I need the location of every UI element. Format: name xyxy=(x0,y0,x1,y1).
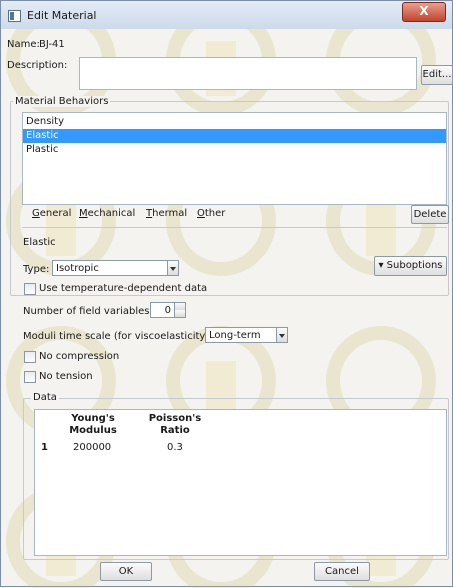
description-label: Description: xyxy=(7,60,68,71)
stepper-up-icon[interactable] xyxy=(174,303,185,310)
behavior-item-plastic[interactable]: Plastic xyxy=(23,143,446,157)
menu-other-rest: ther xyxy=(204,208,226,219)
suboptions-button[interactable]: ▾ Suboptions xyxy=(374,256,447,276)
suboptions-label: Suboptions xyxy=(386,260,443,271)
cell-poissons-ratio[interactable]: 0.3 xyxy=(167,442,183,453)
behavior-item-elastic[interactable]: Elastic xyxy=(23,129,446,143)
field-variables-stepper[interactable]: 0 xyxy=(150,302,186,318)
material-behaviors-list[interactable]: Density Elastic Plastic xyxy=(22,112,447,205)
menu-other-key: O xyxy=(197,208,205,219)
description-field[interactable] xyxy=(79,57,417,90)
column-header-poissons-ratio: Poisson's Ratio xyxy=(140,413,210,437)
name-label: Name: xyxy=(7,39,40,50)
edit-material-dialog: Edit Material X Name: BJ-41 Description:… xyxy=(0,0,453,588)
close-button[interactable]: X xyxy=(402,2,446,22)
separator xyxy=(22,227,447,228)
delete-button[interactable]: Delete xyxy=(411,205,449,224)
field-variables-value: 0 xyxy=(164,305,171,316)
row-index: 1 xyxy=(41,442,48,453)
moduli-time-scale-select[interactable]: Long-term xyxy=(205,327,288,343)
menu-general[interactable]: General xyxy=(32,208,71,219)
triangle-down-icon: ▾ xyxy=(378,260,387,271)
field-variables-label: Number of field variables: xyxy=(23,306,153,317)
data-group-label: Data xyxy=(31,392,59,403)
moduli-time-scale-label: Moduli time scale (for viscoelasticity): xyxy=(23,331,213,342)
menu-other[interactable]: Other xyxy=(197,208,225,219)
edit-description-button[interactable]: Edit... xyxy=(421,65,453,85)
menu-mechanical[interactable]: Mechanical xyxy=(79,208,135,219)
header-line: Young's xyxy=(71,413,115,424)
menu-general-key: G xyxy=(32,208,40,219)
stepper-down-icon[interactable] xyxy=(174,310,185,317)
type-label: Type: xyxy=(23,264,50,275)
data-table[interactable]: Young's Modulus Poisson's Ratio 1 200000… xyxy=(34,409,447,556)
menu-thermal[interactable]: Thermal xyxy=(146,208,187,219)
ok-button[interactable]: OK xyxy=(100,562,152,581)
use-temperature-checkbox[interactable] xyxy=(24,283,36,295)
no-tension-label: No tension xyxy=(39,371,93,382)
menu-mechanical-rest: echanical xyxy=(87,208,136,219)
window-icon xyxy=(8,10,21,22)
use-temperature-label: Use temperature-dependent data xyxy=(39,283,208,294)
material-behaviors-label: Material Behaviors xyxy=(13,96,111,107)
no-compression-checkbox[interactable] xyxy=(24,351,36,363)
type-select-value: Isotropic xyxy=(56,263,99,274)
header-line: Poisson's xyxy=(148,413,202,424)
menu-mechanical-key: M xyxy=(79,208,88,219)
menu-thermal-rest: hermal xyxy=(152,208,188,219)
behavior-item-density[interactable]: Density xyxy=(23,115,446,129)
chevron-down-icon xyxy=(276,328,287,342)
type-select[interactable]: Isotropic xyxy=(52,260,179,276)
no-tension-checkbox[interactable] xyxy=(24,371,36,383)
column-header-youngs-modulus: Young's Modulus xyxy=(53,413,133,437)
title-bar[interactable]: Edit Material X xyxy=(1,1,452,29)
material-name: BJ-41 xyxy=(39,39,65,50)
cancel-button[interactable]: Cancel xyxy=(314,562,370,581)
cell-youngs-modulus[interactable]: 200000 xyxy=(73,442,111,453)
no-compression-label: No compression xyxy=(39,351,120,362)
menu-general-rest: eneral xyxy=(39,208,72,219)
header-line: Modulus xyxy=(69,425,117,436)
elastic-section-label: Elastic xyxy=(23,237,56,248)
window-title: Edit Material xyxy=(27,9,97,22)
chevron-down-icon xyxy=(167,261,178,275)
moduli-time-scale-value: Long-term xyxy=(209,330,261,341)
header-line: Ratio xyxy=(160,425,190,436)
